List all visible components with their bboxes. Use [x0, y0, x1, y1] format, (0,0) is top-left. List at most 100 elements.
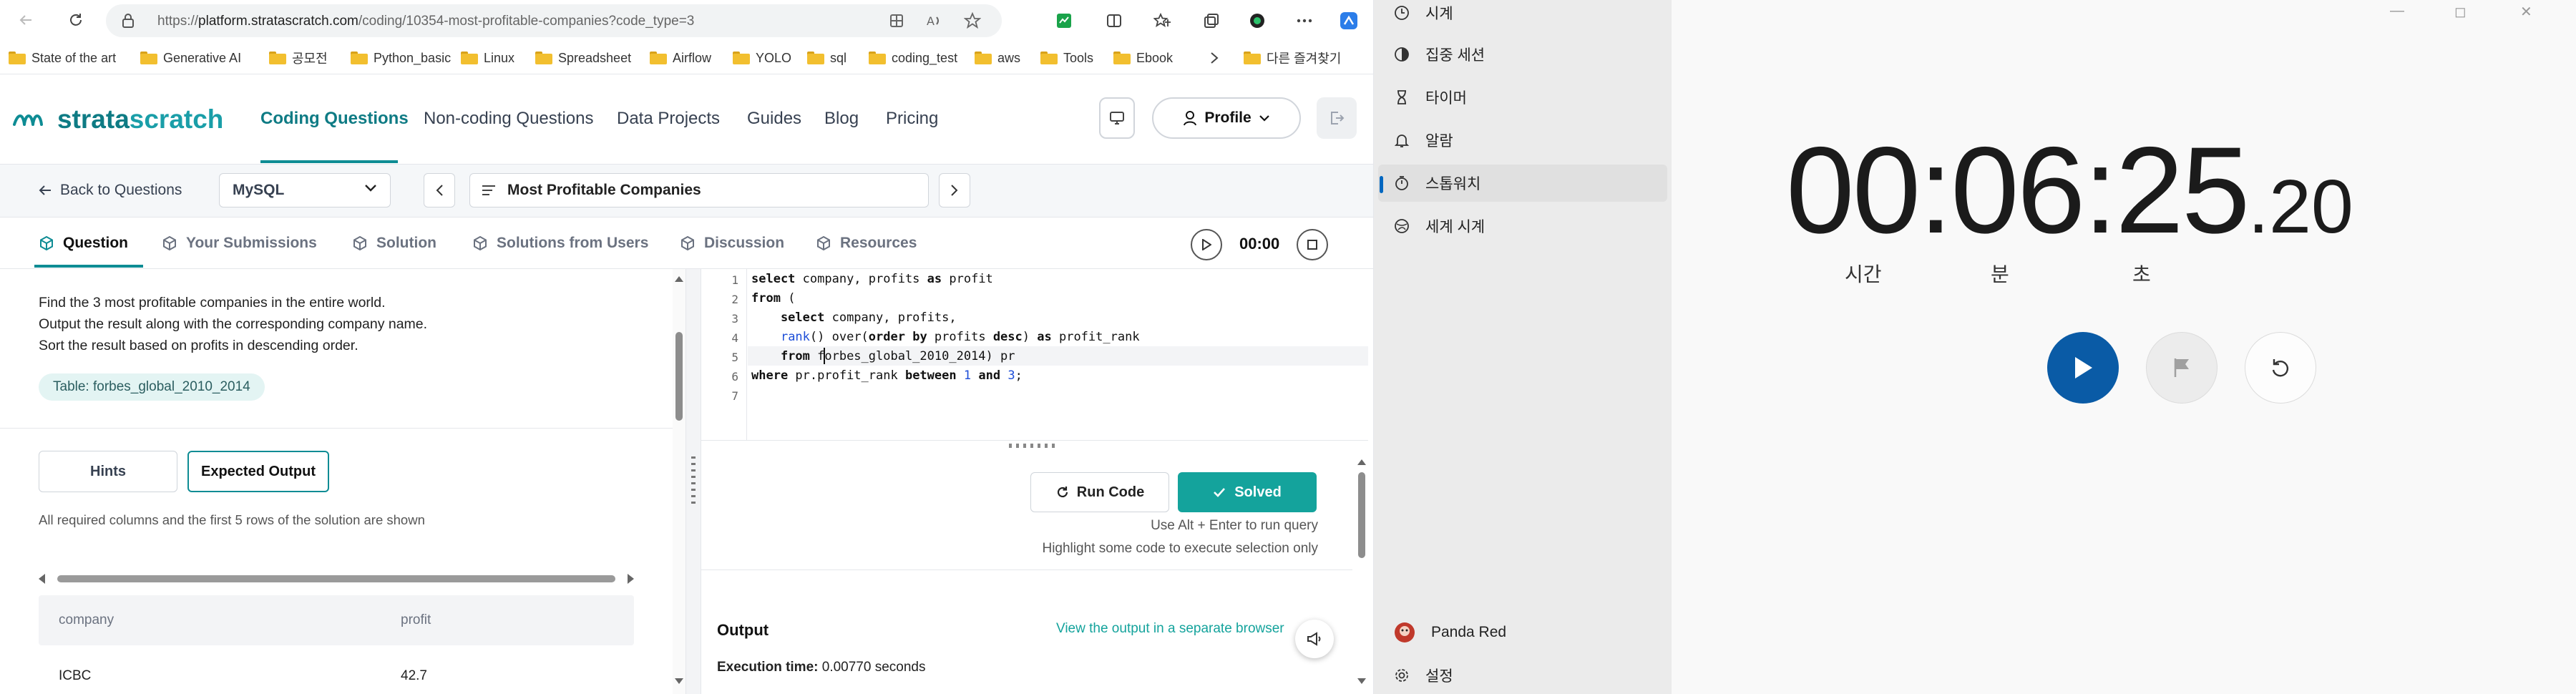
lock-icon[interactable]	[122, 14, 135, 28]
scrollbar-thumb[interactable]	[1358, 472, 1365, 558]
sidebar-item-world-clock[interactable]: 세계 시계	[1378, 207, 1667, 245]
stratascratch-logo[interactable]: strata scratch	[11, 104, 223, 135]
account-button[interactable]: Panda Red	[1378, 614, 1667, 651]
tab-discussion[interactable]: Discussion	[680, 235, 784, 252]
code-line[interactable]: where pr.profit_rank between 1 and 3;	[751, 368, 1023, 383]
timer-play-button[interactable]	[1191, 229, 1222, 260]
drag-handle-icon[interactable]	[691, 456, 696, 507]
scroll-right-arrow-icon[interactable]	[628, 574, 634, 584]
code-line[interactable]: from (	[751, 291, 795, 306]
horizontal-scrollbar[interactable]	[39, 574, 634, 584]
close-icon[interactable]: ✕	[2520, 3, 2532, 21]
bookmark-folder[interactable]: YOLO	[733, 49, 791, 67]
question-title-box[interactable]: Most Profitable Companies	[469, 173, 929, 207]
next-question-button[interactable]	[939, 173, 970, 207]
run-panel-scrollbar[interactable]	[1355, 458, 1368, 694]
scrollbar-thumb[interactable]	[57, 575, 615, 582]
favorites-icon[interactable]	[1151, 9, 1175, 33]
nav-pricing[interactable]: Pricing	[886, 109, 938, 129]
question-pane-scrollbar[interactable]	[673, 269, 686, 694]
scroll-up-arrow-icon[interactable]	[675, 276, 683, 282]
bookmark-folder[interactable]: coding_test	[869, 49, 957, 67]
collections-icon[interactable]	[1199, 9, 1224, 33]
favorite-star-icon[interactable]	[960, 9, 985, 33]
scroll-down-arrow-icon[interactable]	[1357, 678, 1366, 684]
other-favorites[interactable]: 다른 즐겨찾기	[1244, 49, 1341, 67]
code-line[interactable]: select company, profits,	[751, 311, 957, 325]
read-aloud-icon[interactable]: A	[922, 9, 946, 33]
profile-button[interactable]: Profile	[1152, 97, 1301, 139]
bookmark-folder[interactable]: sql	[807, 49, 847, 67]
sidebar-item-focus-sessions[interactable]: 집중 세션	[1378, 36, 1667, 73]
bookmark-folder[interactable]: Generative AI	[140, 49, 241, 67]
bookmark-folder[interactable]: 공모전	[269, 49, 328, 67]
run-code-button[interactable]: Run Code	[1030, 472, 1169, 512]
tab-resources[interactable]: Resources	[816, 235, 917, 252]
sidebar-item-stopwatch[interactable]: 스톱워치	[1378, 165, 1667, 202]
logout-button[interactable]	[1317, 97, 1357, 139]
scroll-left-arrow-icon[interactable]	[39, 574, 45, 584]
bookmark-folder[interactable]: Tools	[1040, 49, 1093, 67]
feedback-button[interactable]	[1295, 620, 1334, 658]
bookmark-folder[interactable]: Spreadsheet	[535, 49, 631, 67]
solved-button[interactable]: Solved	[1178, 472, 1317, 512]
maximize-icon[interactable]: ◻	[2454, 3, 2467, 21]
folder-icon	[650, 52, 667, 64]
back-arrow-icon[interactable]	[13, 7, 39, 33]
scrollbar-thumb[interactable]	[675, 332, 683, 421]
bookmarks-overflow-chevron-icon[interactable]	[1209, 49, 1219, 67]
minimize-icon[interactable]: —	[2390, 3, 2404, 19]
tab-your-submissions[interactable]: Your Submissions	[162, 235, 317, 252]
sidebar-item-alarm[interactable]: 알람	[1378, 122, 1667, 159]
copilot-icon[interactable]	[1337, 9, 1361, 33]
bookmark-folder[interactable]: aws	[975, 49, 1020, 67]
bookmark-folder[interactable]: Ebook	[1113, 49, 1173, 67]
tab-solution[interactable]: Solution	[352, 235, 436, 252]
nav-non-coding-questions[interactable]: Non-coding Questions	[424, 109, 593, 129]
tab-solutions-from-users[interactable]: Solutions from Users	[472, 235, 648, 252]
hints-button[interactable]: Hints	[39, 451, 177, 492]
bookmark-folder[interactable]: Linux	[461, 49, 514, 67]
nav-data-projects[interactable]: Data Projects	[617, 109, 720, 129]
bookmark-folder[interactable]: State of the art	[9, 49, 116, 67]
scroll-up-arrow-icon[interactable]	[1357, 459, 1366, 465]
language-select[interactable]: MySQL	[219, 173, 391, 207]
stopwatch-start-button[interactable]	[2047, 332, 2119, 404]
refresh-icon[interactable]	[63, 7, 89, 33]
url-text[interactable]: https://platform.stratascratch.com/codin…	[157, 14, 694, 29]
prev-question-button[interactable]	[424, 173, 455, 207]
monitor-button[interactable]	[1099, 97, 1135, 139]
nav-coding-questions[interactable]: Coding Questions	[260, 109, 409, 129]
bookmark-folder[interactable]: Python_basic	[351, 49, 451, 67]
code-line[interactable]: select company, profits as profit	[751, 272, 993, 286]
code-line[interactable]: from forbes_global_2010_2014) pr	[751, 349, 1015, 363]
apps-icon[interactable]	[884, 9, 909, 33]
scroll-down-arrow-icon[interactable]	[675, 678, 683, 684]
pane-splitter[interactable]	[686, 269, 701, 694]
timer-stop-button[interactable]	[1297, 229, 1328, 260]
lap-button[interactable]	[2146, 332, 2218, 404]
tab-question[interactable]: Question	[39, 235, 128, 252]
line-number: 3	[731, 312, 738, 326]
stopwatch-display: 00:06:25.20	[1786, 129, 2353, 252]
address-bar[interactable]: https://platform.stratascratch.com/codin…	[106, 4, 1002, 37]
extension-icon[interactable]	[1052, 9, 1076, 33]
code-line[interactable]: rank() over(order by profits desc) as pr…	[751, 330, 1140, 344]
sidebar-item-clock[interactable]: 시계	[1378, 0, 1667, 31]
table-chip[interactable]: Table: forbes_global_2010_2014	[39, 373, 265, 401]
bookmark-folder[interactable]: Airflow	[650, 49, 711, 67]
more-menu-icon[interactable]	[1292, 9, 1317, 33]
reset-button[interactable]	[2245, 332, 2316, 404]
sidebar-item-timer[interactable]: 타이머	[1378, 79, 1667, 116]
profile-extension-icon[interactable]	[1245, 9, 1269, 33]
expected-output-button[interactable]: Expected Output	[187, 451, 329, 492]
view-output-link[interactable]: View the output in a separate browser	[1056, 621, 1292, 637]
back-to-questions-link[interactable]: Back to Questions	[39, 182, 182, 199]
nav-guides[interactable]: Guides	[747, 109, 801, 129]
settings-button[interactable]: 설정	[1378, 657, 1667, 694]
code-editor[interactable]: 1 2 3 4 5 6 7 select company, profits as…	[701, 269, 1368, 441]
editor-resize-handle[interactable]	[1009, 444, 1059, 448]
run-code-label: Run Code	[1076, 484, 1145, 500]
split-screen-icon[interactable]	[1102, 9, 1126, 33]
nav-blog[interactable]: Blog	[824, 109, 859, 129]
